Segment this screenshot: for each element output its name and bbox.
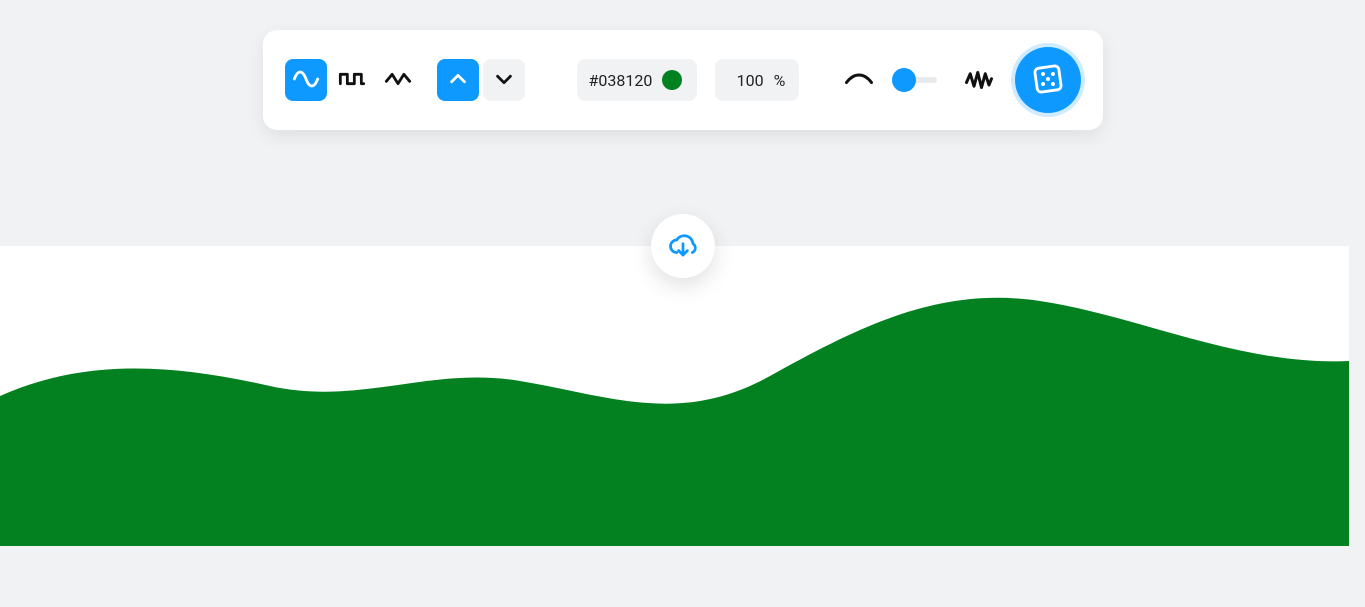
toolbar: #038120 % bbox=[263, 30, 1103, 130]
peak-wave-icon bbox=[384, 65, 412, 96]
wave-direction-group bbox=[437, 59, 525, 101]
chevron-down-icon bbox=[493, 68, 515, 93]
color-picker[interactable]: #038120 bbox=[577, 59, 697, 101]
cloud-download-icon bbox=[668, 230, 698, 263]
slider-thumb[interactable] bbox=[892, 68, 916, 92]
square-wave-icon bbox=[338, 65, 366, 96]
opacity-field[interactable]: % bbox=[715, 59, 799, 101]
color-swatch-icon bbox=[662, 70, 682, 90]
sine-wave-icon bbox=[292, 65, 320, 96]
opacity-input[interactable] bbox=[728, 70, 766, 91]
wave-svg bbox=[0, 246, 1349, 546]
dice-icon bbox=[1031, 62, 1065, 99]
wave-type-sine-button[interactable] bbox=[285, 59, 327, 101]
percent-label: % bbox=[774, 71, 786, 90]
chevron-up-icon bbox=[447, 68, 469, 93]
low-complexity-icon bbox=[841, 62, 877, 98]
color-hex-value: #038120 bbox=[589, 71, 653, 90]
complexity-slider[interactable] bbox=[895, 59, 943, 101]
randomize-button[interactable] bbox=[1015, 47, 1081, 113]
direction-down-button[interactable] bbox=[483, 59, 525, 101]
wave-path bbox=[0, 298, 1349, 546]
wave-type-peak-button[interactable] bbox=[377, 59, 419, 101]
wave-shape-group bbox=[285, 59, 419, 101]
wave-preview-canvas bbox=[0, 246, 1349, 546]
wave-type-square-button[interactable] bbox=[331, 59, 373, 101]
high-complexity-icon bbox=[961, 62, 997, 98]
direction-up-button[interactable] bbox=[437, 59, 479, 101]
download-button[interactable] bbox=[651, 214, 715, 278]
